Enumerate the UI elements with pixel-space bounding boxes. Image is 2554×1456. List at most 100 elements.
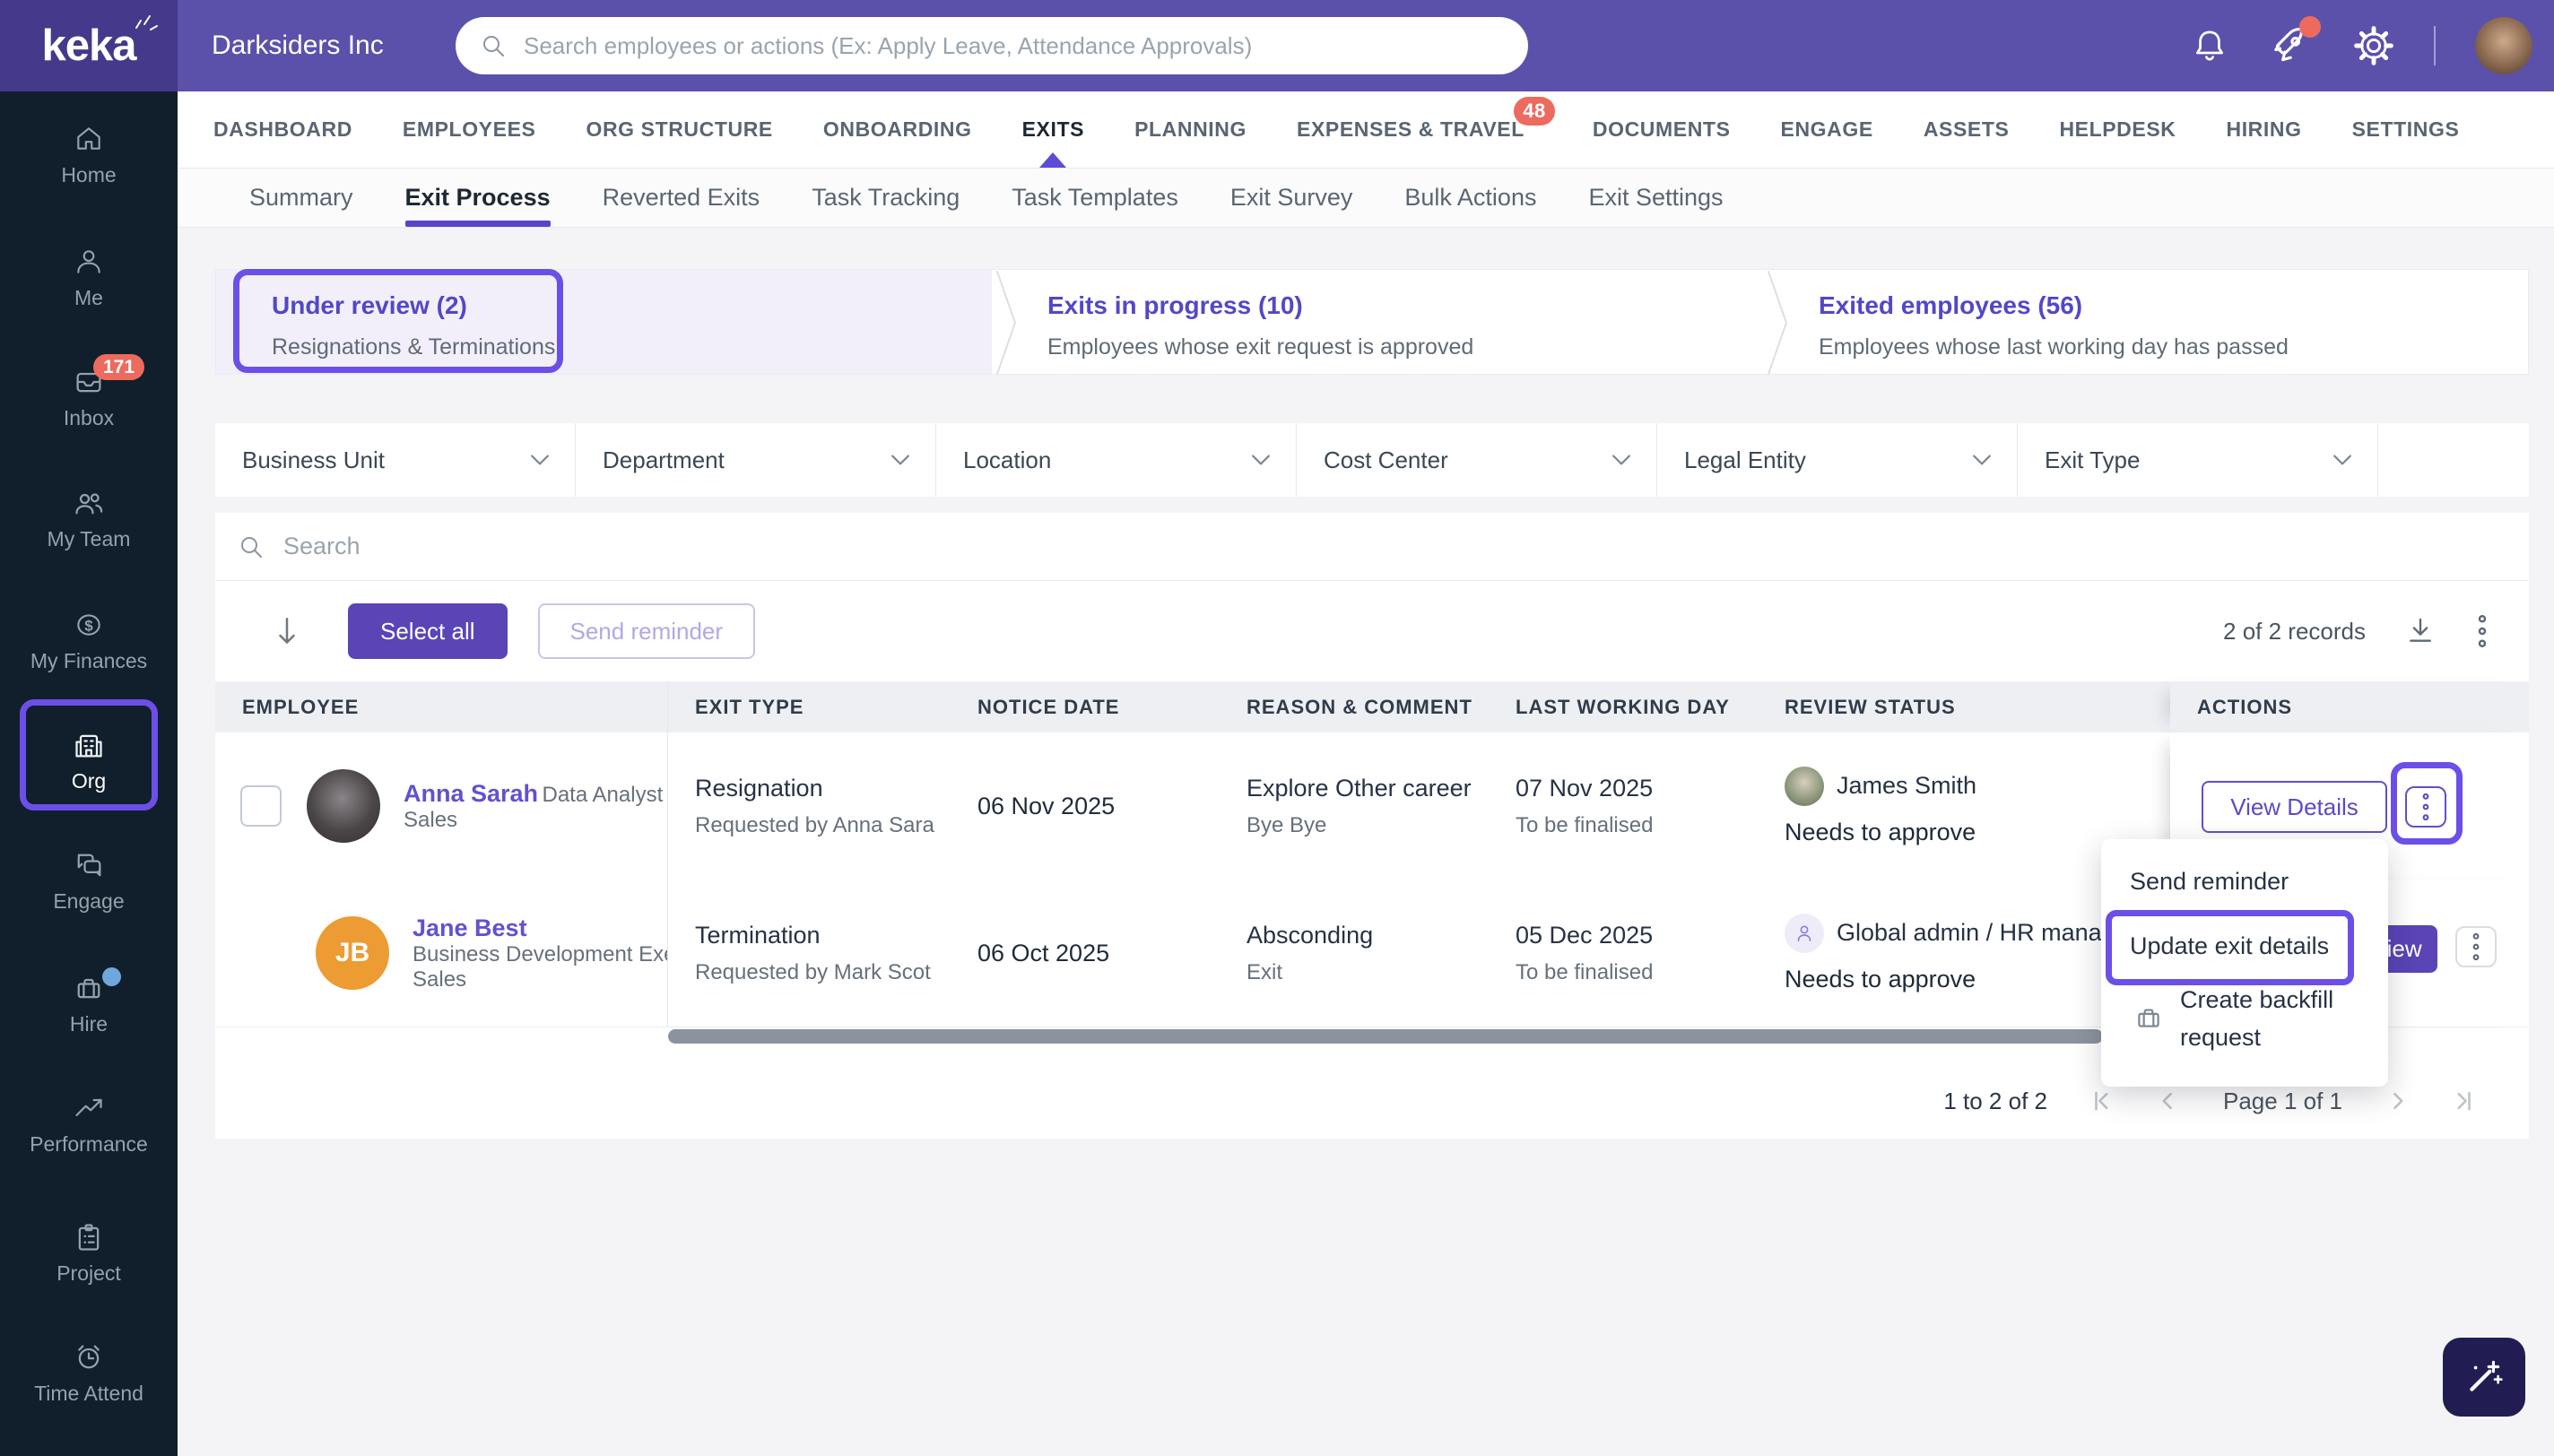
- horizontal-scrollbar[interactable]: [668, 1029, 2103, 1044]
- stage-chevron-icon: [994, 270, 1021, 376]
- nav-documents[interactable]: DOCUMENTS: [1593, 91, 1731, 168]
- logo-text: keka: [41, 22, 136, 70]
- main-navigation: DASHBOARD EMPLOYEES ORG STRUCTURE ONBOAR…: [178, 91, 2554, 169]
- employee-name-link[interactable]: Anna Sarah: [404, 780, 538, 807]
- sidebar-item-time-attend[interactable]: Time Attend: [0, 1340, 178, 1406]
- inbox-icon: 171: [0, 354, 178, 399]
- settings-gear-icon[interactable]: [2353, 25, 2394, 66]
- profile-avatar[interactable]: [2475, 17, 2532, 74]
- briefcase-icon: [2133, 1002, 2164, 1033]
- download-icon[interactable]: [2403, 614, 2437, 648]
- filter-business-unit[interactable]: Business Unit: [215, 423, 576, 497]
- tab-exit-settings[interactable]: Exit Settings: [1588, 169, 1723, 227]
- tab-reverted-exits[interactable]: Reverted Exits: [603, 169, 760, 227]
- tab-task-tracking[interactable]: Task Tracking: [812, 169, 960, 227]
- exit-comment: Exit: [1247, 959, 1283, 984]
- table-search[interactable]: [215, 513, 2529, 581]
- filter-exit-type[interactable]: Exit Type: [2018, 423, 2378, 497]
- stage-under-review[interactable]: Under review (2) Resignations & Terminat…: [216, 270, 992, 374]
- employee-name-link[interactable]: Jane Best: [413, 914, 527, 941]
- column-review-status: REVIEW STATUS: [1785, 695, 1956, 718]
- column-exit-type: EXIT TYPE: [695, 695, 804, 718]
- send-reminder-button[interactable]: Send reminder: [537, 603, 756, 659]
- menu-item-update-exit-details[interactable]: Update exit details: [2130, 932, 2329, 960]
- menu-item-create-backfill-request[interactable]: Create backfill request: [2133, 981, 2359, 1056]
- assistant-wand-button[interactable]: [2443, 1338, 2525, 1417]
- employee-department: Sales: [413, 966, 467, 992]
- tab-bulk-actions[interactable]: Bulk Actions: [1404, 169, 1536, 227]
- first-page-icon[interactable]: [2090, 1089, 2114, 1113]
- nav-exits[interactable]: EXITS: [1022, 91, 1084, 168]
- requested-by: Requested by Anna Sara: [695, 812, 934, 837]
- row-actions-kebab-icon[interactable]: [2405, 786, 2446, 828]
- nav-expenses-travel[interactable]: EXPENSES & TRAVEL 48: [1297, 91, 1555, 168]
- engage-icon: [0, 848, 178, 882]
- row-checkbox[interactable]: [240, 785, 282, 827]
- inbox-badge: 171: [93, 354, 145, 381]
- nav-employees[interactable]: EMPLOYEES: [403, 91, 536, 168]
- sidebar-item-project[interactable]: Project: [0, 1220, 178, 1286]
- nav-settings[interactable]: SETTINGS: [2352, 91, 2460, 168]
- menu-item-send-reminder[interactable]: Send reminder: [2130, 868, 2289, 896]
- sidebar: keka Home Me 171 Inbox My Team $ My Fina…: [0, 0, 178, 1456]
- nav-assets[interactable]: ASSETS: [1924, 91, 2010, 168]
- row-actions-context-menu: Send reminder Update exit details Create…: [2101, 839, 2388, 1087]
- tab-task-templates[interactable]: Task Templates: [1012, 169, 1178, 227]
- filter-department[interactable]: Department: [576, 423, 936, 497]
- previous-page-icon[interactable]: [2157, 1089, 2180, 1113]
- next-page-icon[interactable]: [2385, 1089, 2409, 1113]
- chevron-down-icon: [890, 454, 910, 466]
- sidebar-item-my-team[interactable]: My Team: [0, 486, 178, 551]
- org-icon: [0, 728, 178, 762]
- nav-hiring[interactable]: HIRING: [2226, 91, 2301, 168]
- nav-engage[interactable]: ENGAGE: [1781, 91, 1873, 168]
- sidebar-item-org[interactable]: Org: [0, 728, 178, 793]
- whats-new-rocket-icon[interactable]: [2269, 16, 2321, 68]
- more-options-kebab-icon[interactable]: [2475, 613, 2489, 649]
- column-notice-date: NOTICE DATE: [977, 695, 1120, 718]
- nav-helpdesk[interactable]: HELPDESK: [2059, 91, 2176, 168]
- clock-icon: [0, 1340, 178, 1374]
- tab-summary[interactable]: Summary: [249, 169, 353, 227]
- last-page-icon[interactable]: [2452, 1089, 2475, 1113]
- nav-dashboard[interactable]: DASHBOARD: [213, 91, 352, 168]
- view-details-button[interactable]: View Details: [2202, 781, 2387, 833]
- chevron-down-icon: [1972, 454, 1992, 466]
- reviewer-role-icon: [1785, 913, 1824, 953]
- select-all-button[interactable]: Select all: [348, 603, 508, 659]
- sidebar-item-my-finances[interactable]: $ My Finances: [0, 608, 178, 673]
- sidebar-item-me[interactable]: Me: [0, 245, 178, 310]
- sidebar-item-performance[interactable]: Performance: [0, 1091, 178, 1157]
- nav-onboarding[interactable]: ONBOARDING: [823, 91, 972, 168]
- tab-exit-process[interactable]: Exit Process: [404, 169, 551, 227]
- global-search-input[interactable]: [522, 30, 1505, 61]
- sidebar-item-home[interactable]: Home: [0, 122, 178, 187]
- notifications-bell-icon[interactable]: [2190, 26, 2229, 65]
- employee-avatar: [307, 769, 380, 843]
- filter-legal-entity[interactable]: Legal Entity: [1657, 423, 2018, 497]
- nav-planning[interactable]: PLANNING: [1134, 91, 1247, 168]
- stage-exited-employees[interactable]: Exited employees (56) Employees whose la…: [1763, 270, 2528, 375]
- sidebar-item-engage[interactable]: Engage: [0, 848, 178, 914]
- column-employee: EMPLOYEE: [215, 681, 668, 732]
- global-search[interactable]: [456, 17, 1528, 74]
- logo-sparkle-icon: [133, 8, 160, 35]
- column-last-working-day: LAST WORKING DAY: [1516, 695, 1730, 718]
- exit-stages: Under review (2) Resignations & Terminat…: [215, 269, 2529, 375]
- stage-exits-in-progress[interactable]: Exits in progress (10) Employees whose e…: [992, 270, 1763, 376]
- exits-sub-navigation: Summary Exit Process Reverted Exits Task…: [178, 169, 2554, 228]
- reviewer-name: James Smith: [1837, 772, 1977, 799]
- table-search-input[interactable]: [282, 532, 2529, 561]
- filter-location[interactable]: Location: [936, 423, 1297, 497]
- nav-org-structure[interactable]: ORG STRUCTURE: [586, 91, 772, 168]
- notice-date: 06 Nov 2025: [977, 792, 1116, 819]
- topbar: Darksiders Inc: [178, 0, 2554, 91]
- sort-icon[interactable]: [269, 611, 305, 651]
- tab-exit-survey[interactable]: Exit Survey: [1230, 169, 1353, 227]
- filter-cost-center[interactable]: Cost Center: [1297, 423, 1657, 497]
- sidebar-item-hire[interactable]: Hire: [0, 967, 178, 1036]
- sidebar-item-inbox[interactable]: 171 Inbox: [0, 354, 178, 430]
- notice-date: 06 Oct 2025: [977, 939, 1110, 966]
- filter-bar-spacer: [2378, 423, 2529, 497]
- row-actions-kebab-icon[interactable]: [2455, 926, 2497, 967]
